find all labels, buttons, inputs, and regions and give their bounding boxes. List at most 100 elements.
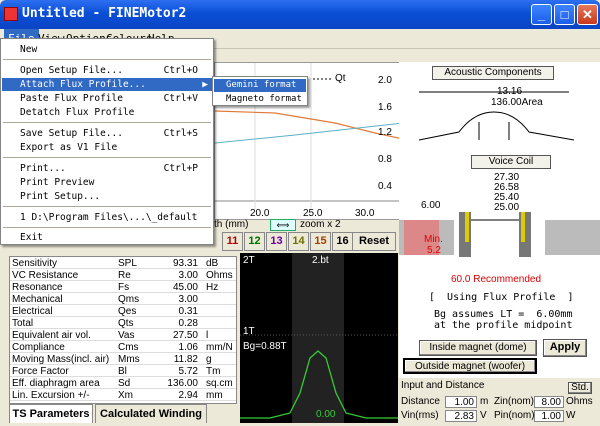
menu-separator [3,206,211,207]
param-unit: g [206,354,212,365]
y-tick: 0.4 [378,181,392,192]
menu-separator [3,122,211,123]
menu-item-new[interactable]: New [2,43,212,56]
scope-2t-label: 2T [243,255,255,266]
param-value[interactable]: 27.50 [152,330,198,341]
menu-item-print[interactable]: Print... Ctrl+P [2,162,212,175]
attach-flux-submenu: Gemini format Magneto format [212,76,308,106]
inside-magnet-button[interactable]: Inside magnet (dome) [419,340,537,356]
param-symbol: Qes [118,306,137,317]
y-tick: 1.6 [378,102,392,113]
vin-unit: V [480,410,487,421]
param-value[interactable]: 3.00 [152,270,198,281]
y-tick: 1.2 [378,127,392,138]
param-value[interactable]: 3.00 [152,294,198,305]
voice-coil-button[interactable]: Voice Coil [471,155,551,169]
menu-separator [3,227,211,228]
ts-parameter-table: Sensitivity SPL 93.31 dB VC Resistance Re 3.00… [9,256,237,404]
param-value[interactable]: 0.31 [152,306,198,317]
distance-input[interactable]: 1.00 [445,396,477,408]
param-name: VC Resistance [12,270,79,281]
submenu-magneto-format[interactable]: Magneto format [214,93,306,106]
param-value[interactable]: 5.72 [152,366,198,377]
x-tick: 30.0 [355,208,375,219]
min-label: Min. [424,234,443,245]
pin-input[interactable]: 1.00 [534,410,564,422]
distance-unit: m [480,396,489,407]
acoustic-components-button[interactable]: Acoustic Components [432,66,554,80]
menu-item-exit[interactable]: Exit [2,231,212,244]
param-value[interactable]: 1.06 [152,342,198,353]
param-row: Eff. diaphragm area Sd 136.00 sq.cm [10,378,236,389]
menu-item-paste-flux[interactable]: Paste Flux Profile Ctrl+V [2,92,212,105]
param-row: Equivalent air vol. Vas 27.50 l [10,330,236,341]
param-value[interactable]: 2.94 [152,390,198,401]
close-button[interactable]: ✕ [577,4,598,25]
zin-input[interactable]: 8.00 [534,396,564,408]
menu-separator [3,157,211,158]
param-unit: dB [206,258,219,269]
param-symbol: Fs [118,282,130,293]
param-unit: mm [206,390,223,401]
menu-item-save-setup[interactable]: Save Setup File... Ctrl+S [2,127,212,140]
param-symbol: Mms [118,354,140,365]
param-symbol: Qms [118,294,140,305]
number-button-13[interactable]: 13 [266,232,287,251]
std-button[interactable]: Std. [568,382,592,394]
file-menu-dropdown: New Open Setup File... Ctrl+O Attach Flux… [0,38,214,245]
menu-item-open-setup[interactable]: Open Setup File... Ctrl+O [2,64,212,77]
param-symbol: Re [118,270,131,281]
menu-item-detatch-flux[interactable]: Detatch Flux Profile [2,106,212,119]
tab-ts-parameters[interactable]: TS Parameters [9,404,93,423]
param-row: Compliance Cms 1.06 mm/N [10,342,236,353]
param-value[interactable]: 136.00 [152,378,198,389]
menu-item-attach-flux[interactable]: Attach Flux Profile... ▶ [2,78,212,91]
x-axis-label: th (mm) [214,219,249,230]
menu-item-export-v1[interactable]: Export as V1 File [2,141,212,154]
param-value[interactable]: 0.28 [152,318,198,329]
acoustic-diagram [418,91,575,141]
outside-magnet-button[interactable]: Outside magnet (woofer) [403,358,537,374]
param-symbol: Xm [118,390,133,401]
submenu-gemini-format[interactable]: Gemini format [214,79,306,92]
param-value[interactable]: 11.82 [152,354,198,365]
param-row: Lin. Excursion +/- Xm 2.94 mm [10,390,236,401]
menu-item-recent-file[interactable]: 1 D:\Program Files\...\_default [2,211,212,224]
param-row: Electrical Qes 0.31 [10,306,236,317]
minimize-button[interactable]: _ [531,4,552,25]
param-row: Force Factor Bl 5.72 Tm [10,366,236,377]
param-row: Moving Mass(incl. air) Mms 11.82 g [10,354,236,365]
vin-input[interactable]: 2.83 [445,410,477,422]
param-value[interactable]: 93.31 [152,258,198,269]
param-name: Electrical [12,306,53,317]
number-button-16[interactable]: 16 [332,232,353,251]
apply-button[interactable]: Apply [543,339,587,357]
param-symbol: Bl [118,366,127,377]
menu-item-print-setup[interactable]: Print Setup... [2,190,212,203]
param-value[interactable]: 45.00 [152,282,198,293]
title-bar: Untitled - FINEMotor2 _ □ ✕ [0,0,600,29]
number-button-15[interactable]: 15 [310,232,331,251]
tab-strip: TS Parameters Calculated Winding [9,404,237,425]
param-row: Resonance Fs 45.00 Hz [10,282,236,293]
param-name: Eff. diaphragm area [12,378,100,389]
tab-calculated-winding[interactable]: Calculated Winding [95,404,207,423]
x-tick: 20.0 [250,208,270,219]
number-button-11[interactable]: 11 [222,232,243,251]
zin-label: Zin(nom) [494,396,535,407]
vin-label: Vin(rms) [401,410,439,421]
number-button-14[interactable]: 14 [288,232,309,251]
app-icon[interactable] [4,7,18,21]
scope-bg-label: Bg=0.88T [243,341,287,352]
number-button-12[interactable]: 12 [244,232,265,251]
menu-item-print-preview[interactable]: Print Preview [2,176,212,189]
maximize-button[interactable]: □ [554,4,575,25]
scope-bottom-value: 0.00 [316,409,336,420]
scope-1t-label: 1T [243,326,255,337]
pin-label: Pin(nom) [494,410,535,421]
param-name: Force Factor [12,366,69,377]
reset-button[interactable]: Reset [352,232,396,251]
bg-note-1: Bg assumes LT = 6.00mm [434,309,573,320]
param-unit: l [206,330,209,341]
zoom-arrows-icon[interactable]: ⟺ [270,219,296,231]
